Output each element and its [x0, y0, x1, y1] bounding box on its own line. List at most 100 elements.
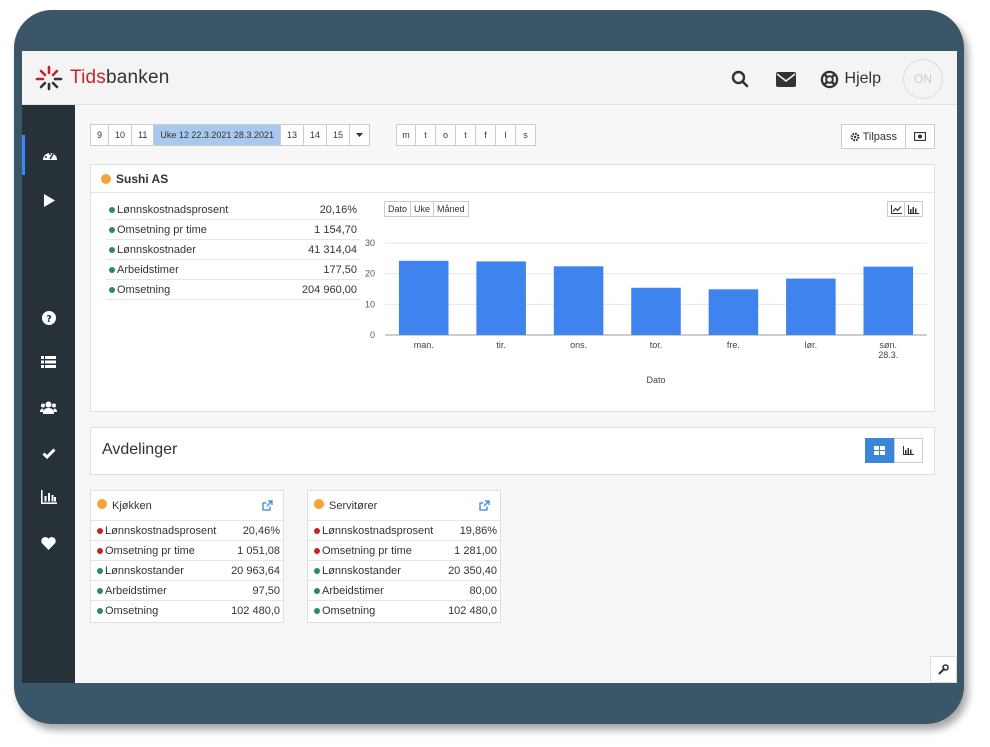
bar-chart-icon — [40, 490, 57, 504]
external-link-icon[interactable] — [262, 500, 273, 511]
play-icon — [43, 193, 55, 207]
x-tick-label: 28.3. — [878, 350, 898, 360]
status-dot — [97, 527, 103, 534]
sidebar-item-reports[interactable] — [22, 477, 75, 517]
chart-type-toggle — [887, 201, 923, 217]
sidebar-item-users[interactable] — [22, 387, 75, 427]
day-button[interactable]: m — [396, 124, 416, 146]
bar-chart-icon — [903, 446, 914, 455]
x-tick-label: søn. — [880, 340, 898, 350]
bar-chart-icon — [908, 204, 919, 214]
status-dot — [97, 547, 103, 554]
week-button[interactable]: 10 — [109, 124, 133, 146]
sidebar-item-dashboard[interactable] — [22, 135, 75, 175]
logo-text: Tidsbanken — [70, 67, 170, 88]
status-dot — [109, 286, 115, 293]
kpi-row: Omsetning pr time 1 051,08 — [91, 541, 283, 561]
day-button[interactable]: s — [516, 124, 536, 146]
kpi-label: Lønnskostnader — [117, 243, 196, 256]
kpi-label: Lønnskostnadsprosent — [322, 524, 434, 537]
departments-title: Avdelinger — [102, 441, 178, 458]
department-status-dot — [97, 499, 107, 509]
week-button[interactable]: 14 — [304, 124, 328, 146]
check-icon — [41, 447, 56, 459]
kpi-value: 97,50 — [252, 584, 280, 597]
kpi-label: Omsetning — [322, 605, 376, 617]
external-link-icon[interactable] — [479, 500, 490, 511]
kpi-label: Lønnskostander — [322, 564, 401, 577]
status-dot — [109, 266, 115, 273]
help-button[interactable]: Hjelp — [820, 70, 881, 89]
day-button[interactable]: o — [436, 124, 456, 146]
kpi-row: Omsetning pr time 1 154,70 — [106, 220, 360, 240]
kpi-value: 1 154,70 — [314, 223, 357, 236]
kpi-value: 102 480,0 — [448, 605, 497, 617]
period-tab-month[interactable]: Måned — [434, 201, 469, 217]
y-tick-label: 10 — [365, 299, 375, 309]
user-avatar-button[interactable]: ON — [903, 59, 943, 99]
current-week-button[interactable]: Uke 12 22.3.2021 28.3.2021 — [154, 124, 281, 146]
week-button[interactable]: 15 — [327, 124, 351, 146]
period-tab-week[interactable]: Uke — [411, 201, 435, 217]
sidebar-item-favorites[interactable] — [22, 523, 75, 563]
week-button[interactable]: 9 — [90, 124, 110, 146]
bar — [708, 289, 759, 335]
screenshot-button[interactable] — [906, 124, 935, 149]
x-tick-label: ons. — [570, 340, 587, 350]
sidebar: ? — [22, 105, 75, 683]
status-dot — [314, 587, 320, 594]
bar — [553, 266, 604, 335]
line-chart-icon — [890, 204, 902, 214]
day-button[interactable]: l — [496, 124, 516, 146]
grid-view-button[interactable] — [865, 438, 894, 463]
kpi-row: Omsetning 102 480,0 — [308, 601, 500, 621]
status-dot — [97, 587, 103, 594]
period-toggle: Dato Uke Måned — [384, 201, 469, 217]
kpi-value: 177,50 — [323, 263, 357, 276]
status-dot — [109, 226, 115, 233]
sidebar-item-check[interactable] — [22, 433, 75, 473]
department-name: Servitører — [329, 500, 378, 512]
kpi-value: 102 480,0 — [231, 605, 280, 617]
kpi-row: Arbeidstimer 177,50 — [106, 260, 360, 280]
status-dot — [314, 547, 320, 554]
bar-chart-button[interactable] — [905, 201, 923, 217]
sidebar-item-help[interactable]: ? — [22, 298, 75, 338]
week-button[interactable]: 11 — [132, 124, 155, 146]
x-tick-label: lør. — [805, 340, 818, 350]
settings-wrench-button[interactable] — [930, 656, 957, 683]
kpi-row: Lønnskostander 20 350,40 — [308, 561, 500, 581]
sidebar-item-list[interactable] — [22, 342, 75, 382]
x-tick-label: fre. — [727, 340, 740, 350]
customize-button[interactable]: Tilpass — [840, 124, 906, 149]
line-chart-button[interactable] — [887, 201, 905, 217]
kpi-value: 20,16% — [319, 203, 357, 216]
day-button[interactable]: t — [416, 124, 436, 146]
department-status-dot — [314, 499, 324, 509]
company-summary-panel: Sushi AS Lønnskostnadsprosent 20,16% Oms… — [90, 164, 935, 412]
period-tab-date[interactable]: Dato — [384, 201, 412, 217]
departments-view-toggle — [865, 438, 923, 463]
top-bar: Tidsbanken Hjelp ON — [22, 51, 957, 105]
logo[interactable]: Tidsbanken — [34, 65, 170, 91]
status-dot — [97, 608, 103, 614]
week-dropdown-button[interactable] — [350, 124, 371, 146]
chart-view-button[interactable] — [894, 438, 923, 463]
help-label: Hjelp — [844, 70, 881, 87]
dashboard-icon — [43, 153, 57, 160]
kpi-label: Omsetning pr time — [117, 223, 207, 236]
day-button[interactable]: f — [476, 124, 496, 146]
week-navigator: 9 10 11 Uke 12 22.3.2021 28.3.2021 13 14… — [90, 124, 371, 146]
search-icon[interactable] — [728, 67, 752, 91]
week-button[interactable]: 13 — [280, 124, 304, 146]
list-icon — [41, 356, 56, 368]
status-dot — [314, 567, 320, 574]
day-navigator: m t o t f l s — [396, 124, 536, 146]
x-tick-label: man. — [414, 340, 434, 350]
kpi-label: Arbeidstimer — [105, 584, 167, 597]
kpi-label: Lønnskostander — [105, 564, 184, 577]
sidebar-item-play[interactable] — [22, 180, 75, 220]
x-tick-label: tor. — [650, 340, 663, 350]
envelope-icon[interactable] — [774, 67, 798, 91]
day-button[interactable]: t — [456, 124, 476, 146]
